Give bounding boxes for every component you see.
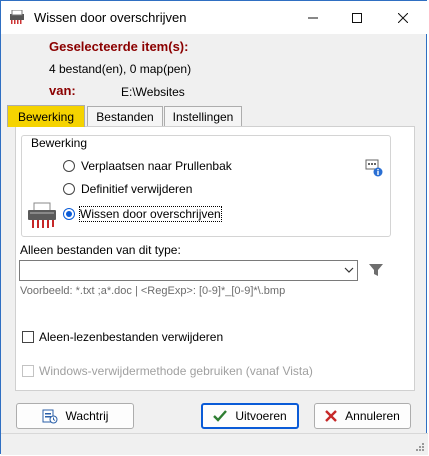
tab-label: Instellingen [172, 109, 234, 124]
readonly-checkbox[interactable] [22, 331, 34, 343]
filter-funnel-icon[interactable] [368, 262, 384, 278]
minimize-icon [308, 17, 318, 18]
tab-instellingen[interactable]: Instellingen [164, 106, 242, 126]
radio-recycle-bin-label[interactable]: Verplaatsen naar Prullenbak [81, 159, 232, 173]
checkmark-icon [213, 410, 228, 422]
close-icon [398, 12, 408, 23]
from-path: E:\Websites [121, 85, 185, 99]
selected-items-label: Geselecteerde item(s): [49, 39, 189, 54]
tab-label: Bestanden [96, 109, 154, 124]
operation-group [21, 135, 391, 237]
queue-icon [42, 409, 58, 424]
cancel-x-icon [325, 410, 337, 422]
queue-button-label: Wachtrij [65, 409, 109, 423]
windows-method-checkbox [22, 365, 34, 377]
radio-recycle-bin[interactable] [63, 160, 75, 172]
radio-wipe-overwrite[interactable] [63, 208, 75, 220]
tab-bewerking[interactable]: Bewerking [7, 105, 85, 127]
selected-items-count: 4 bestand(en), 0 map(pen) [49, 62, 192, 76]
from-label: van: [49, 83, 76, 98]
chevron-down-icon[interactable] [344, 263, 354, 277]
readonly-checkbox-label[interactable]: Aleen-lezenbestanden verwijderen [39, 330, 223, 344]
status-bar [1, 433, 428, 455]
window-title: Wissen door overschrijven [34, 10, 187, 25]
maximize-button[interactable] [335, 1, 379, 34]
cancel-button[interactable]: Annuleren [314, 403, 411, 429]
cancel-button-label: Annuleren [345, 409, 400, 423]
radio-wipe-overwrite-label[interactable]: Wissen door overschrijven [79, 206, 222, 222]
execute-button[interactable]: Uitvoeren [201, 403, 299, 429]
info-comment-icon[interactable] [365, 159, 383, 177]
file-type-combo[interactable] [19, 260, 358, 281]
filter-label: Alleen bestanden van dit type: [20, 243, 181, 257]
maximize-icon [352, 12, 362, 23]
shredder-icon [28, 202, 56, 228]
dialog-window: Wissen door overschrijven Geselecteerde … [0, 0, 428, 455]
queue-button[interactable]: Wachtrij [16, 403, 134, 429]
minimize-button[interactable] [291, 1, 335, 34]
resize-grip-icon[interactable] [415, 442, 425, 452]
execute-button-label: Uitvoeren [235, 409, 287, 423]
operation-group-title: Bewerking [29, 136, 90, 150]
close-button[interactable] [381, 1, 425, 34]
filter-hint: Voorbeeld: *.txt ;a*.doc | <RegExp>: [0-… [20, 285, 286, 297]
windows-method-checkbox-label: Windows-verwijdermethode gebruiken (vana… [39, 364, 313, 378]
tab-label: Bewerking [17, 109, 75, 124]
radio-delete-permanently-label[interactable]: Definitief verwijderen [81, 182, 192, 196]
title-bar[interactable]: Wissen door overschrijven [1, 1, 428, 34]
radio-delete-permanently[interactable] [63, 183, 75, 195]
tab-bestanden[interactable]: Bestanden [87, 106, 163, 126]
shredder-app-icon [10, 10, 24, 24]
